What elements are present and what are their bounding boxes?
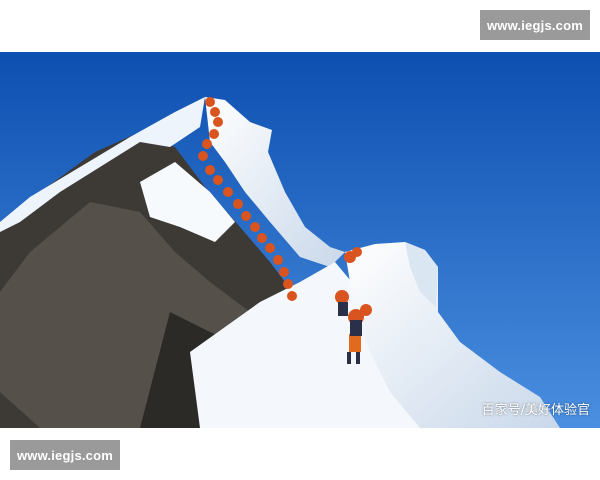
mountain-photo: 百家号/美好体验官: [0, 52, 600, 428]
watermark-top: www.iegjs.com: [480, 10, 590, 40]
photo-caption: 百家号/美好体验官: [481, 403, 590, 418]
watermark-bottom: www.iegjs.com: [10, 440, 120, 470]
